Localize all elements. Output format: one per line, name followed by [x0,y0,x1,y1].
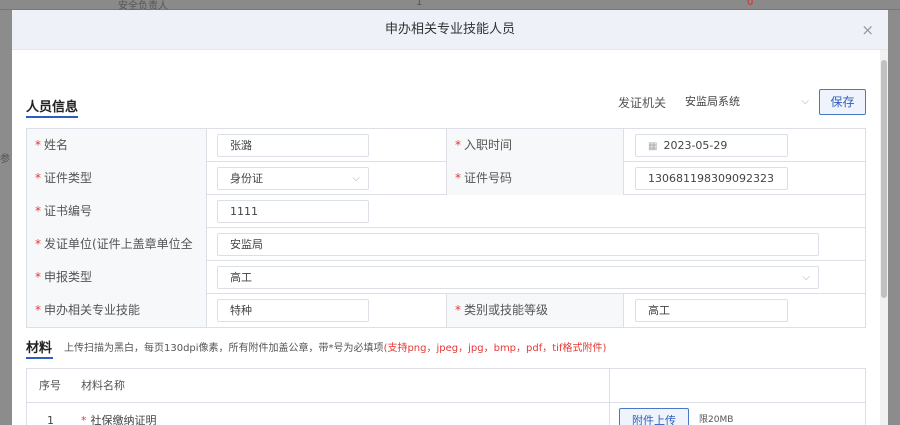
upload-attachment-button[interactable]: 附件上传 [619,408,689,425]
column-header-name: 材料名称 [81,379,125,392]
issuer-label: 发证机关 [618,96,667,110]
entry-date-field[interactable]: ▦ 2023-05-29 [635,134,788,157]
id-number-field[interactable]: 130681198309092323 [635,167,788,190]
scrollbar-thumb[interactable] [881,60,887,298]
row-material-name: * 社保缴纳证明 [81,414,157,425]
form-row: *发证单位(证件上盖章单位全称) 安监局 [27,228,865,284]
form-row: * 申办相关专业技能 特种 * 类别或技能等级 高工 [27,294,865,327]
dialog-title: 申办相关专业技能人员 [384,22,515,37]
background-right-edge [888,10,900,425]
save-button[interactable]: 保存 [819,89,866,115]
name-field[interactable]: 张潞 [217,134,369,157]
size-limit-text: 限20MB [699,415,734,425]
skill-label: * 申办相关专业技能 [27,294,207,327]
background-cell-value: 0 [747,0,754,8]
id-type-select[interactable]: 身份证 ⌵ [217,167,369,190]
close-icon[interactable]: × [861,21,874,39]
issuer-unit-field[interactable]: 安监局 [217,233,819,256]
entry-date-label: * 入职时间 [446,129,624,162]
skill-field[interactable]: 特种 [217,299,369,322]
dialog: 申办相关专业技能人员 × 人员信息 发证机关 安监局系统 ⌵ 保存 * 姓名 张潞… [12,10,888,425]
chevron-down-icon: ⌵ [352,173,360,184]
table-row: 1 * 社保缴纳证明 附件上传 限20MB [27,403,865,425]
dialog-body: 人员信息 发证机关 安监局系统 ⌵ 保存 * 姓名 张潞 * 入职时间 ▦ 2023-… [12,50,880,425]
level-field[interactable]: 高工 [635,299,788,322]
section-title-underline [26,116,78,118]
background-left-edge: 参 [0,10,12,425]
cert-number-field[interactable]: 1111 [217,200,369,223]
section-title-materials: 材料 [26,337,53,359]
person-form: * 姓名 张潞 * 入职时间 ▦ 2023-05-29 * 证件类型 身份证 ⌵ * 证件号… [26,128,866,328]
id-number-label: * 证件号码 [446,162,624,195]
table-header: 序号 材料名称 [27,369,865,403]
row-index: 1 [47,414,54,425]
chevron-down-icon: ⌵ [801,96,809,107]
form-row: * 证件类型 身份证 ⌵ * 证件号码 130681198309092323 [27,162,865,195]
form-row: * 姓名 张潞 * 入职时间 ▦ 2023-05-29 [27,129,865,162]
issuer-select[interactable]: 安监局系统 ⌵ [674,90,814,114]
section-title-underline [26,357,53,359]
application-type-select[interactable]: 高工 ⌵ [217,266,819,289]
chevron-down-icon: ⌵ [802,272,810,283]
background-left-text: 参 [0,154,10,165]
application-type-label: * 申报类型 [27,261,207,294]
background-cell-value: 1 [416,0,423,8]
id-type-label: * 证件类型 [27,162,207,195]
calendar-icon: ▦ [648,141,658,152]
background-table-row: 安全负责人 1 0 [0,0,900,12]
materials-table: 序号 材料名称 1 * 社保缴纳证明 附件上传 限20MB [26,368,866,425]
materials-note: 上传扫描为黑白，每页130dpi像素，所有附件加盖公章，带*号为必填项(支持pn… [64,343,607,354]
dialog-header: 申办相关专业技能人员 × [12,10,888,50]
materials-formats-note: (支持png，jpeg，jpg，bmp，pdf，tif格式附件) [383,343,607,354]
issuer-unit-label: *发证单位(证件上盖章单位全称) [27,228,207,284]
form-row: * 申报类型 高工 ⌵ [27,261,865,294]
dialog-scrollbar[interactable] [880,50,888,425]
name-label: * 姓名 [27,129,207,162]
section-title-person: 人员信息 [26,96,78,118]
cert-number-label: * 证书编号 [27,195,207,228]
form-row: * 证书编号 1111 [27,195,865,228]
level-label: * 类别或技能等级 [446,294,624,327]
column-header-index: 序号 [39,379,61,392]
